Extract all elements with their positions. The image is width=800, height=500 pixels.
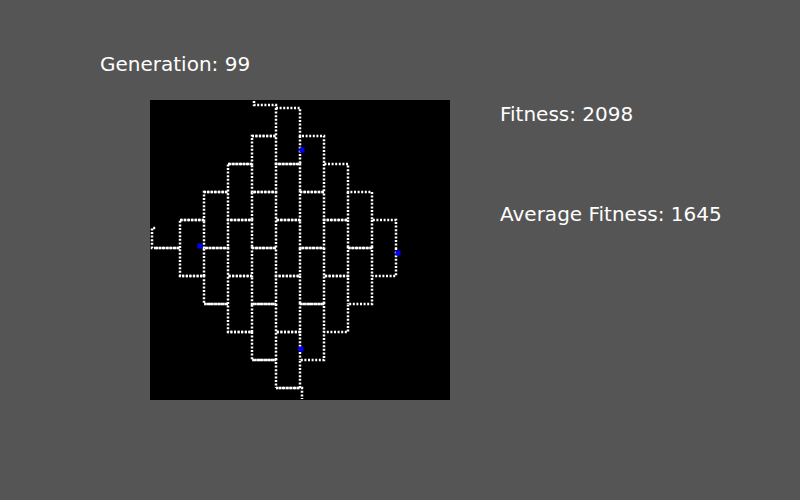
simulation-view: Generation: 99 Fitness: 2098 Average Fit… <box>0 0 800 400</box>
path-staircase <box>204 192 324 332</box>
target-dot <box>300 148 305 153</box>
simulation-canvas <box>150 100 450 400</box>
path-staircase <box>180 136 300 276</box>
path-staircase <box>276 248 396 388</box>
path-staircase <box>252 220 372 360</box>
path-tail <box>276 388 302 399</box>
path-staircase <box>228 192 348 332</box>
path-staircase <box>204 164 324 304</box>
path-staircase <box>180 220 300 360</box>
path-staircase <box>276 108 396 248</box>
target-dot <box>299 347 304 352</box>
generation-label: Generation: 99 <box>100 52 800 77</box>
path-staircase <box>228 164 348 304</box>
stats-panel: Fitness: 2098 Average Fitness: 1645 <box>500 100 722 227</box>
path-staircase <box>156 108 276 248</box>
main-row: Fitness: 2098 Average Fitness: 1645 <box>100 100 800 400</box>
path-tail <box>152 228 156 248</box>
target-dot <box>396 251 401 256</box>
path-staircase <box>156 248 276 388</box>
target-dot <box>198 244 203 249</box>
average-fitness-label: Average Fitness: 1645 <box>500 202 722 227</box>
path-tail <box>254 101 276 108</box>
path-staircase <box>252 136 372 276</box>
fitness-label: Fitness: 2098 <box>500 102 722 127</box>
